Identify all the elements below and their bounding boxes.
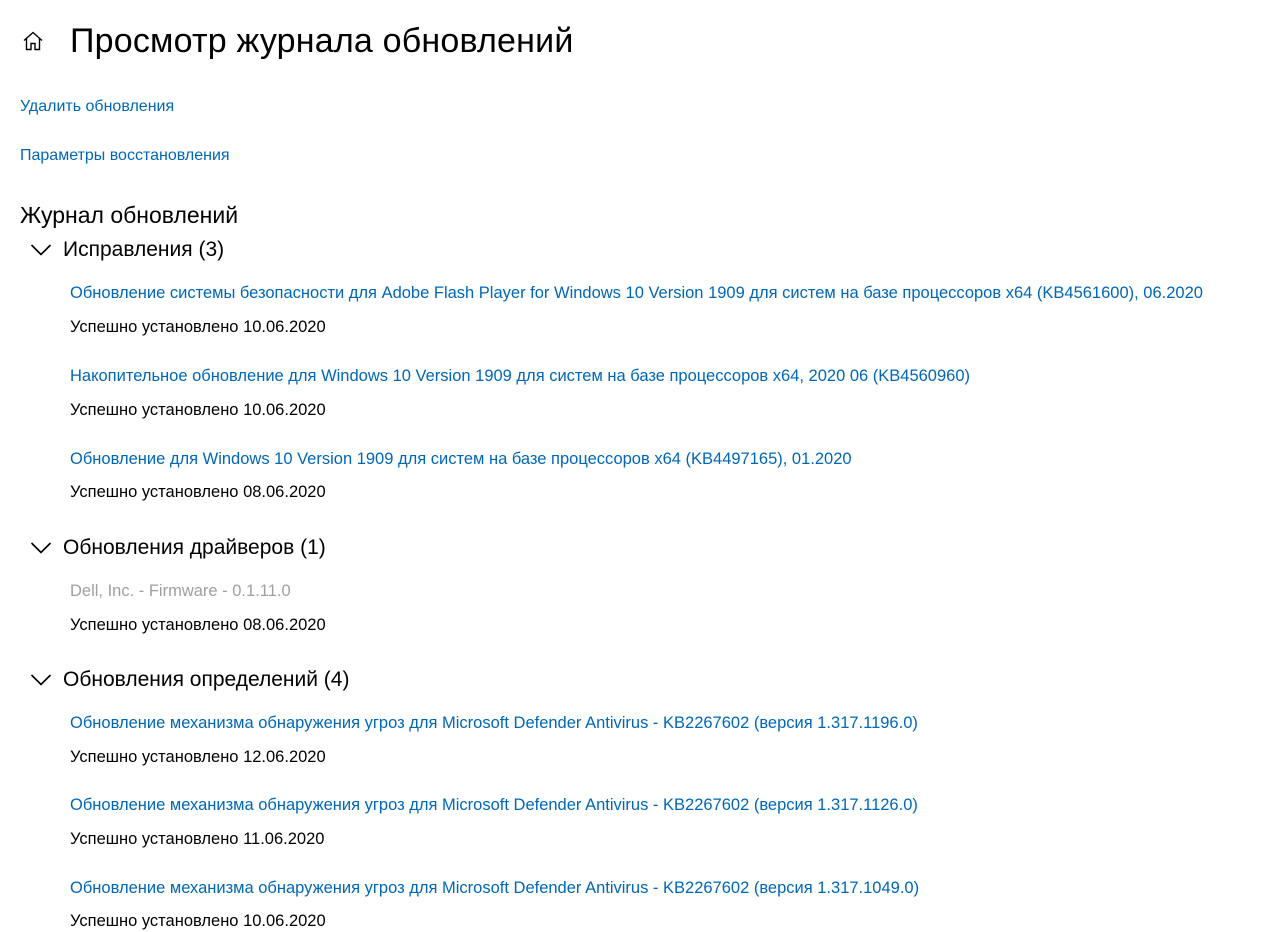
update-history-page: Просмотр журнала обновлений Удалить обно… [0, 0, 1280, 932]
group-definition-updates[interactable]: Обновления определений (4) [30, 668, 349, 692]
update-item-status: Успешно установлено 11.06.2020 [70, 830, 325, 848]
recovery-options-link[interactable]: Параметры восстановления [20, 147, 230, 165]
group-label: Обновления драйверов (1) [63, 536, 326, 559]
update-item-title[interactable]: Обновление механизма обнаружения угроз д… [70, 714, 918, 733]
update-item-title[interactable]: Обновление механизма обнаружения угроз д… [70, 879, 919, 898]
update-item-title[interactable]: Обновление системы безопасности для Adob… [70, 284, 1203, 303]
page-title: Просмотр журнала обновлений [70, 21, 574, 60]
update-item-status: Успешно установлено 08.06.2020 [70, 483, 326, 501]
page-header: Просмотр журнала обновлений [20, 20, 574, 62]
group-label: Исправления (3) [63, 238, 225, 261]
update-history-heading: Журнал обновлений [20, 202, 239, 228]
chevron-down-icon [30, 541, 52, 555]
update-item-title: Dell, Inc. - Firmware - 0.1.11.0 [70, 582, 291, 600]
update-item-status: Успешно установлено 12.06.2020 [70, 748, 326, 766]
update-item-status: Успешно установлено 08.06.2020 [70, 616, 326, 634]
chevron-down-icon [30, 243, 52, 257]
chevron-down-icon [30, 673, 52, 687]
update-item-title[interactable]: Обновление механизма обнаружения угроз д… [70, 796, 918, 815]
group-quality-updates[interactable]: Исправления (3) [30, 238, 224, 262]
update-item-title[interactable]: Накопительное обновление для Windows 10 … [70, 367, 970, 386]
group-driver-updates[interactable]: Обновления драйверов (1) [30, 536, 326, 560]
home-icon[interactable] [20, 28, 46, 54]
uninstall-updates-link[interactable]: Удалить обновления [20, 98, 174, 116]
update-item-status: Успешно установлено 10.06.2020 [70, 401, 326, 419]
update-item-status: Успешно установлено 10.06.2020 [70, 912, 326, 930]
update-item-title[interactable]: Обновление для Windows 10 Version 1909 д… [70, 450, 852, 469]
update-item-status: Успешно установлено 10.06.2020 [70, 318, 326, 336]
group-label: Обновления определений (4) [63, 668, 350, 691]
